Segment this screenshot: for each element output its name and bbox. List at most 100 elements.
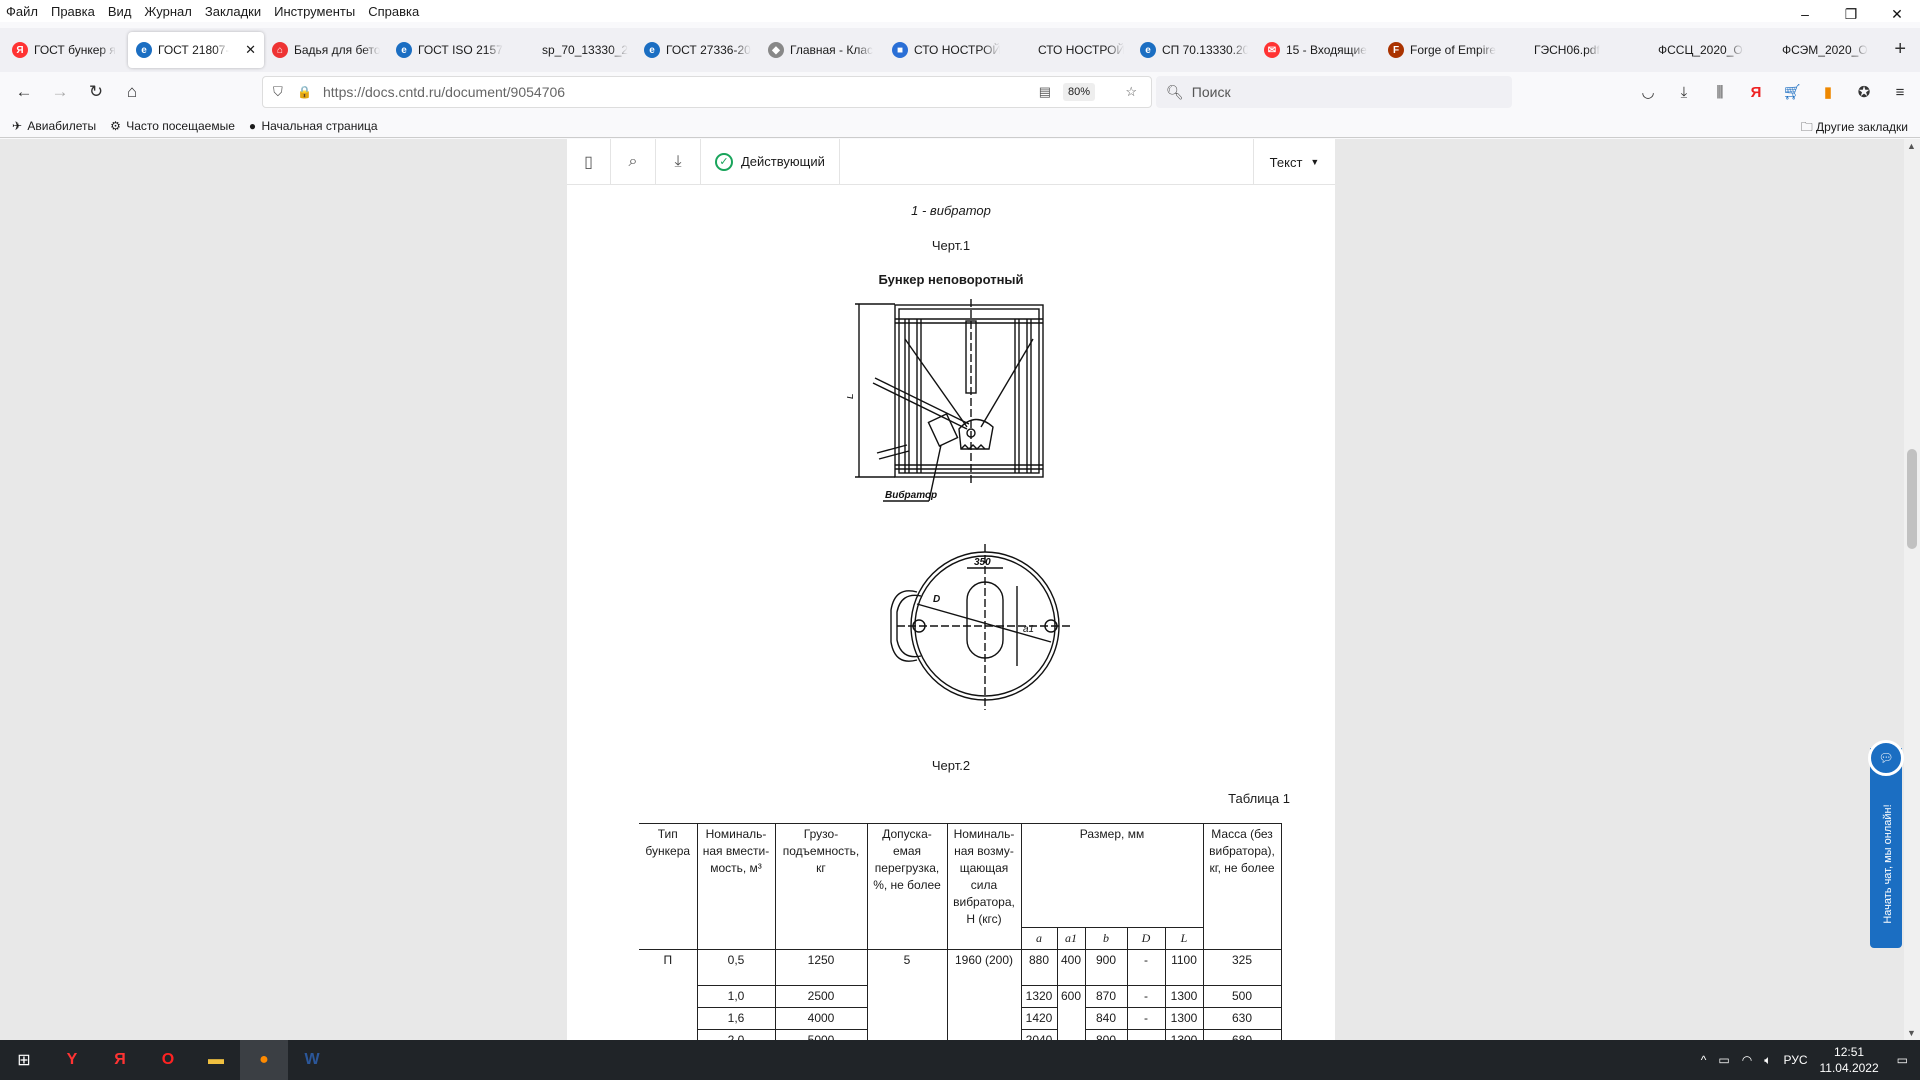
tab-close-icon[interactable]: ✕ [245, 42, 256, 58]
menu-item[interactable]: Закладки [205, 4, 261, 19]
scrollbar-thumb[interactable] [1907, 449, 1917, 549]
yandex-icon[interactable]: Я [96, 1040, 144, 1080]
address-bar[interactable]: ⛉ 🔒 https://docs.cntd.ru/document/905470… [262, 76, 1152, 108]
cell-a: 880 [1020, 949, 1058, 986]
library-icon[interactable]: ⫼ [1702, 76, 1738, 108]
extension-icon[interactable]: ✪ [1846, 76, 1882, 108]
cell-D: - [1126, 1007, 1166, 1030]
tab[interactable]: ◆ Главная - Клас [760, 32, 884, 68]
other-bookmarks[interactable]: 🗀 Другие закладки [1801, 118, 1908, 139]
tab-favicon-icon [1760, 42, 1776, 58]
menu-item[interactable]: Журнал [144, 4, 191, 19]
tab[interactable]: ✉ 15 - Входящие [1256, 32, 1380, 68]
contents-icon[interactable]: ▯ [567, 139, 611, 185]
tab[interactable]: СТО НОСТРОЙ 2.6 [1008, 32, 1132, 68]
network-icon[interactable]: ◠ [1742, 1053, 1752, 1067]
search-input[interactable]: 🔍︎ Поиск [1156, 76, 1512, 108]
tab[interactable]: e ГОСТ ISO 2157 [388, 32, 512, 68]
scroll-up-icon[interactable]: ▲ [1907, 141, 1916, 151]
scrollbar[interactable]: ▲ ▼ [1904, 139, 1920, 1040]
home-icon[interactable]: ⌂ [114, 76, 150, 108]
tab-favicon-icon: e [644, 42, 660, 58]
th-a1: a1 [1056, 927, 1086, 950]
meet-icon[interactable]: ▭ [1718, 1053, 1729, 1067]
restore-icon[interactable]: ❐ [1828, 0, 1874, 28]
document-toolbar: ▯ ⌕ ⤓ ✓ Действующий Текст ▼ [567, 139, 1335, 185]
firefox-icon[interactable]: ● [240, 1040, 288, 1080]
word-icon[interactable]: W [288, 1040, 336, 1080]
yandex-icon[interactable]: Я [1738, 76, 1774, 108]
cell-L: 1100 [1164, 949, 1204, 986]
tab-favicon-icon: ◆ [768, 42, 784, 58]
taskbar: ⊞ Y Я O ▬ ● W ^ ▭ ◠ 🔈︎ РУС 12:51 11.04.2… [0, 1040, 1920, 1080]
tab[interactable]: e ГОСТ 21807- ✕ [128, 32, 264, 68]
bookmark-item[interactable]: ⚙ Часто посещаемые [110, 119, 235, 133]
explorer-icon[interactable]: ▬ [192, 1040, 240, 1080]
bunker-top-drawing: 350 D a1 [890, 544, 1073, 710]
zoom-level[interactable]: 80% [1062, 83, 1095, 101]
tab[interactable]: Я ГОСТ бункер я [4, 32, 128, 68]
tab-favicon-icon [1636, 42, 1652, 58]
cell-b: 800 [1084, 1029, 1128, 1040]
bookmark-item[interactable]: ✈ Авиабилеты [12, 119, 96, 133]
cell-a: 2040 [1020, 1029, 1058, 1040]
tray-up-icon[interactable]: ^ [1701, 1053, 1707, 1067]
forward-icon[interactable]: → [42, 76, 78, 108]
tab-label: Главная - Клас [790, 43, 874, 57]
menu-item[interactable]: Файл [6, 4, 38, 19]
close-icon[interactable]: ✕ [1874, 0, 1920, 28]
tab[interactable]: ФСЭМ_2020_ОП_М [1752, 32, 1876, 68]
minimize-icon[interactable]: – [1782, 0, 1828, 28]
cart-icon[interactable]: 🛒︎ [1774, 76, 1810, 108]
system-tray: ^ ▭ ◠ 🔈︎ РУС 12:51 11.04.2022 ▭ [1701, 1040, 1920, 1080]
view-select-label: Текст [1269, 154, 1303, 170]
download-icon[interactable]: ⤓ [1666, 76, 1702, 108]
th-load: Грузо-подъемность, кг [774, 823, 868, 950]
bunker-side-drawing: L Вибратор [847, 299, 1044, 502]
yandex-browser-icon[interactable]: Y [48, 1040, 96, 1080]
tab[interactable]: sp_70_13330_2012.p [512, 32, 636, 68]
clock[interactable]: 12:51 11.04.2022 [1819, 1044, 1878, 1076]
tab[interactable]: ■ СТО НОСТРОЙ [884, 32, 1008, 68]
reload-icon[interactable]: ↻ [78, 76, 114, 108]
back-icon[interactable]: ← [6, 76, 42, 108]
volume-icon[interactable]: 🔈︎ [1764, 1053, 1771, 1068]
menu-icon[interactable]: ≡ [1882, 76, 1918, 108]
windows-start-icon[interactable]: ⊞ [0, 1040, 48, 1080]
cell-mass: 680 [1202, 1029, 1282, 1040]
cell-b: 870 [1084, 985, 1128, 1008]
tab[interactable]: ⌂ Бадья для бето [264, 32, 388, 68]
cell-load: 1250 [774, 949, 868, 986]
menu-item[interactable]: Правка [51, 4, 95, 19]
bookmark-flag-icon[interactable]: ▮ [1810, 76, 1846, 108]
scroll-down-icon[interactable]: ▼ [1907, 1028, 1916, 1038]
tab[interactable]: ФССЦ_2020_ОП+М [1628, 32, 1752, 68]
language-indicator[interactable]: РУС [1783, 1053, 1807, 1067]
shield-icon[interactable]: ⛉ [273, 84, 283, 100]
menu-item[interactable]: Вид [108, 4, 132, 19]
download-doc-icon[interactable]: ⤓ [656, 139, 701, 185]
menu-item[interactable]: Инструменты [274, 4, 355, 19]
reader-icon[interactable]: ▤ [1039, 84, 1051, 100]
new-tab-icon[interactable]: + [1894, 38, 1906, 61]
th-force: Номиналь-ная возму-щающая сила вибратора… [946, 823, 1022, 950]
th-L: L [1164, 927, 1204, 950]
search-doc-icon[interactable]: ⌕ [611, 139, 656, 185]
star-icon[interactable]: ☆ [1125, 84, 1137, 100]
tab[interactable]: e СП 70.13330.20 [1132, 32, 1256, 68]
cell-b: 840 [1084, 1007, 1128, 1030]
table-row: П 0,5 1250 5 1960 (200) 880 400 900 - 11… [639, 949, 1282, 1040]
bookmark-item[interactable]: ● Начальная страница [249, 119, 378, 133]
tab-bar: Я ГОСТ бункер я e ГОСТ 21807- ✕ ⌂ Бадья для бе… [0, 28, 1920, 72]
tab[interactable]: e ГОСТ 27336-20 [636, 32, 760, 68]
view-select[interactable]: Текст ▼ [1253, 139, 1335, 185]
tab[interactable]: F Forge of Empire [1380, 32, 1504, 68]
pocket-icon[interactable]: ◡ [1630, 76, 1666, 108]
lock-icon[interactable]: 🔒 [297, 85, 312, 99]
opera-icon[interactable]: O [144, 1040, 192, 1080]
chat-widget[interactable]: 💬︎ Начать чат, мы онлайн! [1868, 740, 1904, 948]
notification-icon[interactable]: ▭ [1897, 1053, 1908, 1067]
tab[interactable]: ГЭСН06.pdf [1504, 32, 1628, 68]
menu-item[interactable]: Справка [368, 4, 419, 19]
chat-bubble-icon[interactable]: 💬︎ [1868, 740, 1904, 776]
